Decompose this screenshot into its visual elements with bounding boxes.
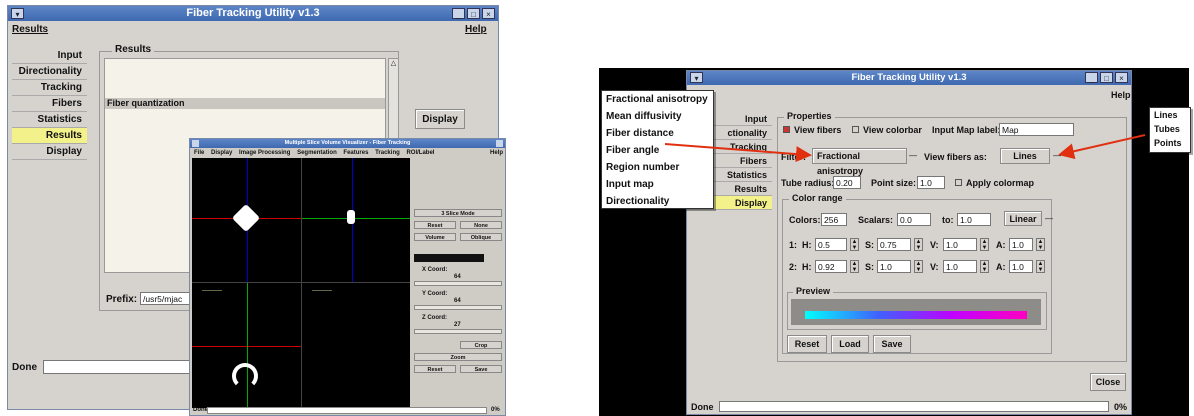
arrow-filter: [664, 143, 812, 163]
annotation-arrows: [664, 134, 1146, 163]
arrow-view-as: [1058, 134, 1146, 160]
